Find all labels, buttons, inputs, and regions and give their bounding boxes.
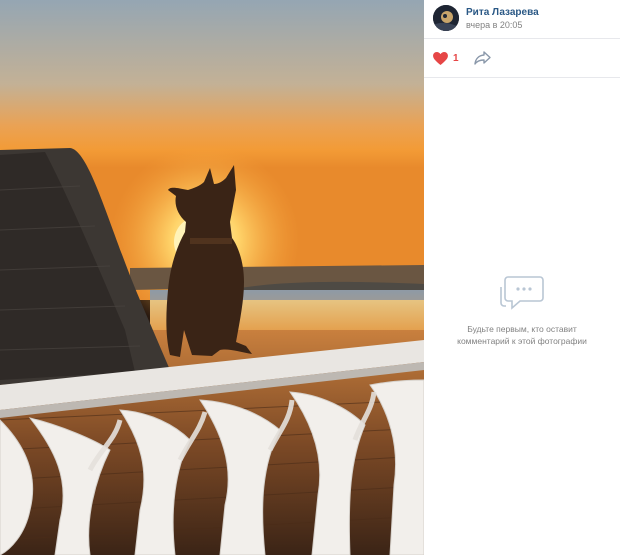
share-button[interactable] <box>474 50 492 66</box>
empty-comments-text: Будьте первым, кто оставит комментарий к… <box>424 323 620 347</box>
author-avatar[interactable] <box>433 5 459 31</box>
photo-sidebar: Рита Лазарева вчера в 20:05 1 Будьте пер… <box>424 0 620 555</box>
photo-viewer[interactable] <box>0 0 424 555</box>
share-arrow-icon <box>474 51 491 65</box>
sunset-dog-photo <box>0 0 424 555</box>
avatar-image <box>433 5 459 31</box>
post-time[interactable]: вчера в 20:05 <box>466 20 522 30</box>
like-count: 1 <box>453 53 459 64</box>
like-button[interactable]: 1 <box>433 50 459 67</box>
author-header: Рита Лазарева вчера в 20:05 <box>424 0 620 39</box>
actions-bar: 1 <box>424 39 620 78</box>
comments-icon <box>500 276 544 310</box>
empty-comments-line1: Будьте первым, кто оставит <box>467 324 577 334</box>
author-name-link[interactable]: Рита Лазарева <box>466 7 539 18</box>
empty-comments-line2: комментарий к этой фотографии <box>457 336 587 346</box>
heart-icon <box>433 52 448 65</box>
comments-empty-state: Будьте первым, кто оставит комментарий к… <box>424 275 620 347</box>
